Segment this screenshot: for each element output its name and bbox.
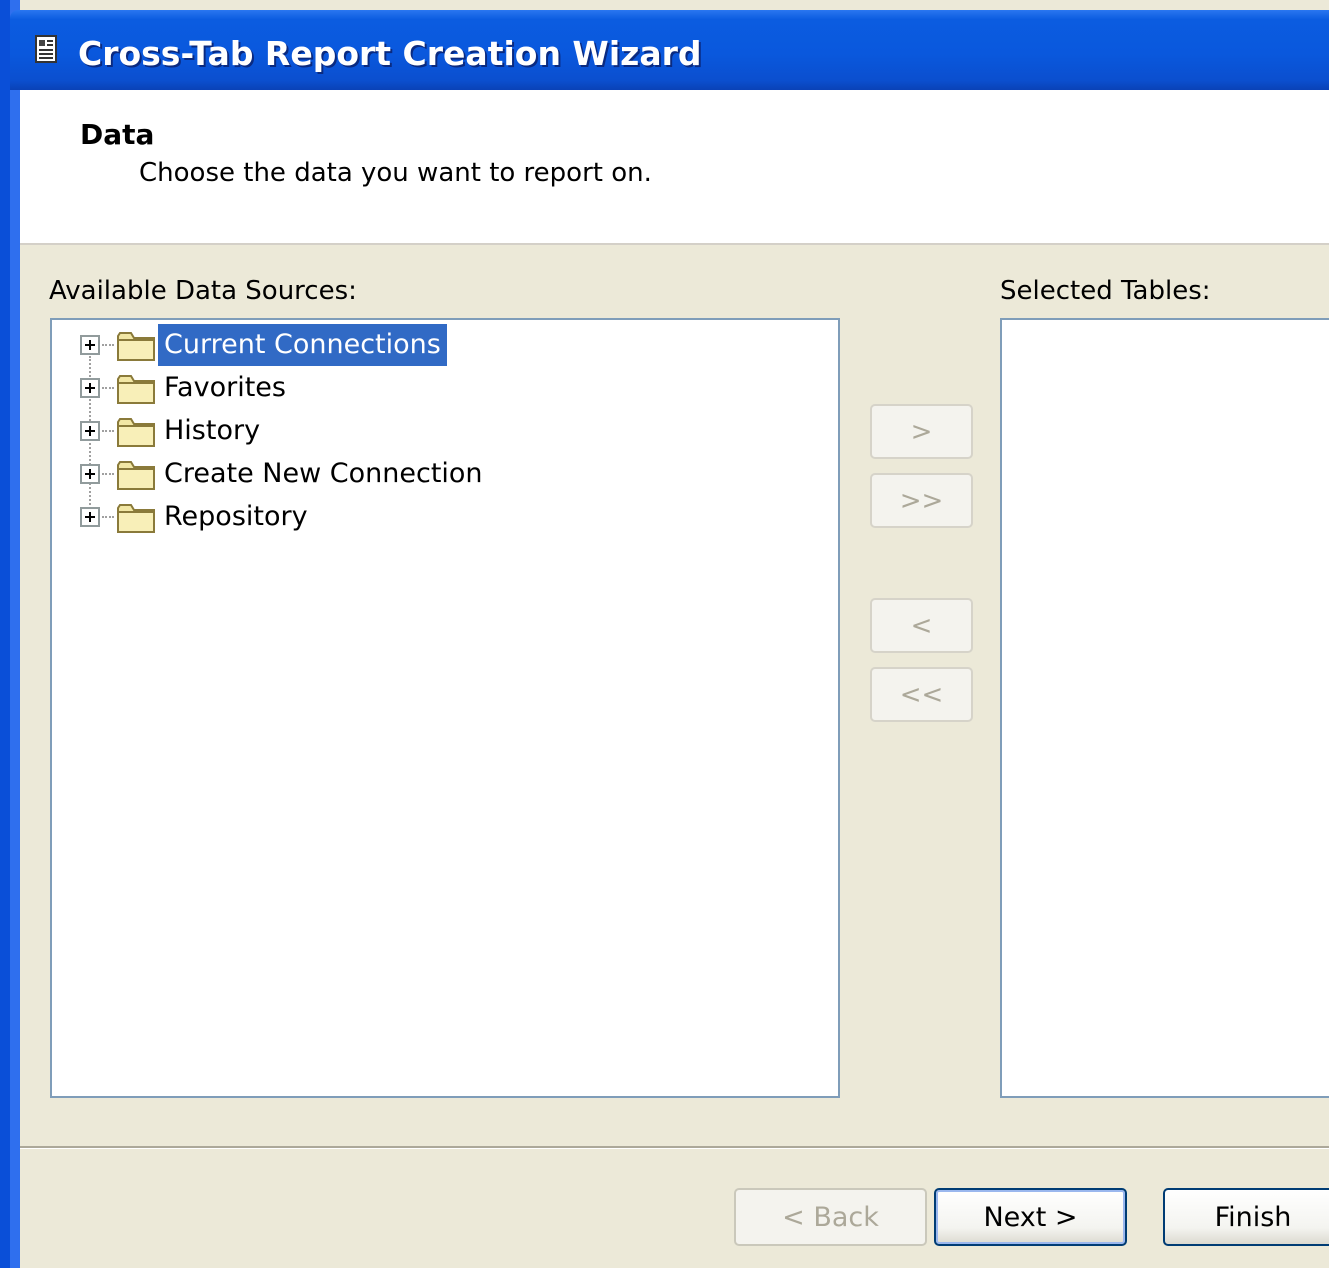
tree-connector <box>102 344 114 346</box>
wizard-window: Cross-Tab Report Creation Wizard Data Ch… <box>0 0 1329 1268</box>
add-all-button[interactable]: >> <box>870 473 973 528</box>
tree-item-label: Repository <box>164 501 308 532</box>
folder-icon <box>117 332 155 361</box>
tree-item-repository[interactable]: Repository <box>52 496 832 538</box>
next-button[interactable]: Next > <box>934 1188 1127 1246</box>
window-title: Cross-Tab Report Creation Wizard <box>78 34 702 73</box>
tree-item-label: Create New Connection <box>164 458 483 489</box>
tree-connector <box>102 473 114 475</box>
tree-item-label: Favorites <box>164 372 286 403</box>
expand-icon[interactable] <box>80 335 100 355</box>
page-title: Data <box>80 118 155 151</box>
expand-icon[interactable] <box>80 507 100 527</box>
remove-button[interactable]: < <box>870 598 973 653</box>
available-sources-label: Available Data Sources: <box>49 276 357 306</box>
wizard-header: Data Choose the data you want to report … <box>20 90 1329 245</box>
folder-icon <box>117 375 155 404</box>
expand-icon[interactable] <box>80 464 100 484</box>
title-bar[interactable]: Cross-Tab Report Creation Wizard <box>10 10 1329 90</box>
tree-connector <box>102 430 114 432</box>
tree-item-current-connections[interactable]: Current Connections <box>52 324 832 366</box>
finish-button[interactable]: Finish <box>1163 1188 1329 1246</box>
tree-item-label: History <box>164 415 261 446</box>
tree-connector <box>102 516 114 518</box>
report-icon <box>35 35 57 63</box>
tree-connector <box>102 387 114 389</box>
selected-tables-label: Selected Tables: <box>1000 276 1211 306</box>
tree-item-create-new-connection[interactable]: Create New Connection <box>52 453 832 495</box>
window-left-border <box>0 0 20 1268</box>
tree-item-favorites[interactable]: Favorites <box>52 367 832 409</box>
folder-icon <box>117 504 155 533</box>
folder-icon <box>117 461 155 490</box>
available-sources-tree[interactable]: Current Connections Favorites History Cr… <box>50 318 840 1098</box>
selected-tables-list[interactable] <box>1000 318 1329 1098</box>
expand-icon[interactable] <box>80 378 100 398</box>
wizard-content: Available Data Sources: Current Connecti… <box>20 246 1329 1146</box>
folder-icon <box>117 418 155 447</box>
page-subtitle: Choose the data you want to report on. <box>139 158 652 188</box>
remove-all-button[interactable]: << <box>870 667 973 722</box>
add-button[interactable]: > <box>870 404 973 459</box>
tree-item-label: Current Connections <box>158 324 447 366</box>
tree-item-history[interactable]: History <box>52 410 832 452</box>
footer-divider <box>20 1146 1329 1149</box>
expand-icon[interactable] <box>80 421 100 441</box>
back-button[interactable]: < Back <box>734 1188 927 1246</box>
